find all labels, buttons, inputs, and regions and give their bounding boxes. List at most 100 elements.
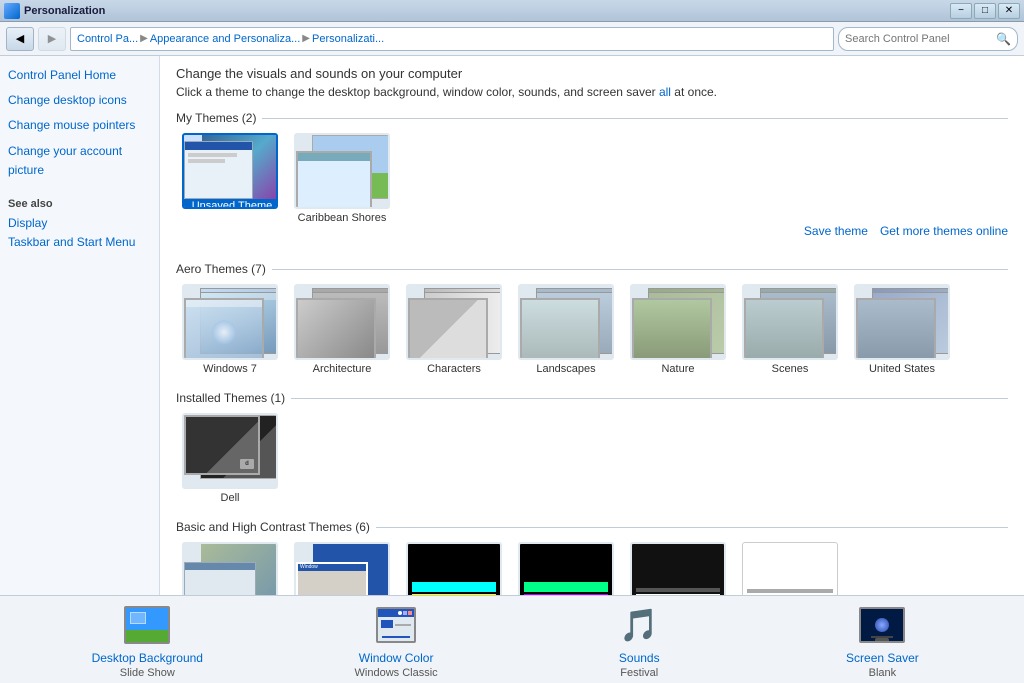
my-themes-section: My Themes (2) — [176, 111, 1008, 246]
theme-item-architecture[interactable]: Architecture — [292, 284, 392, 375]
theme-label-dell: Dell — [221, 492, 240, 504]
window-title: Personalization — [24, 5, 105, 17]
theme-label-landscapes: Landscapes — [536, 363, 595, 375]
theme-thumbnail-hcblack — [630, 542, 726, 595]
theme-item-characters[interactable]: Characters — [404, 284, 504, 375]
theme-thumbnail-caribbean — [294, 133, 390, 209]
subtitle-all-link[interactable]: all — [659, 85, 671, 99]
breadcrumb-personalization[interactable]: Personalizati... — [312, 33, 384, 45]
caribbean-front — [296, 151, 372, 209]
subtitle-suffix: at once. — [671, 85, 717, 99]
installed-themes-section: Installed Themes (1) d Dell — [176, 391, 1008, 504]
bottom-bar: Desktop Background Slide Show Window Col… — [0, 595, 1024, 683]
theme-item-classic[interactable]: Window Windows Classic — [292, 542, 392, 595]
theme-item-landscapes[interactable]: Landscapes — [516, 284, 616, 375]
sidebar-item-taskbar[interactable]: Taskbar and Start Menu — [8, 235, 135, 249]
caribbean-stack — [296, 135, 390, 209]
page-subtitle: Click a theme to change the desktop back… — [176, 85, 1008, 99]
aero-themes-line — [272, 269, 1008, 270]
window-controls: − □ ✕ — [950, 3, 1020, 19]
theme-label-caribbean: Caribbean Shores — [298, 212, 387, 224]
theme-thumbnail-classic: Window — [294, 542, 390, 595]
my-themes-title: My Themes (2) — [176, 111, 256, 125]
sounds-label[interactable]: Sounds — [619, 651, 660, 665]
theme-thumbnail-nature — [630, 284, 726, 360]
installed-themes-grid: d Dell — [176, 413, 1008, 504]
theme-item-unitedstates[interactable]: United States — [852, 284, 952, 375]
theme-item-hcblack[interactable]: High Contrast Black — [628, 542, 728, 595]
breadcrumb-controlpanel[interactable]: Control Pa... — [77, 33, 138, 45]
theme-label-scenes: Scenes — [772, 363, 809, 375]
maximize-button[interactable]: □ — [974, 3, 996, 19]
window-color-label[interactable]: Window Color — [359, 651, 434, 665]
sidebar-item-display[interactable]: Display — [8, 216, 47, 230]
theme-thumbnail-w7 — [182, 284, 278, 360]
search-bar[interactable]: 🔍 — [838, 27, 1018, 51]
theme-label-unitedstates: United States — [869, 363, 935, 375]
save-theme-link[interactable]: Save theme — [804, 224, 868, 238]
theme-item-hc2[interactable]: High Contrast #2 — [516, 542, 616, 595]
theme-item-scenes[interactable]: Scenes — [740, 284, 840, 375]
basic-themes-section: Basic and High Contrast Themes (6) Windo… — [176, 520, 1008, 595]
forward-button[interactable]: ▶ — [38, 27, 66, 51]
theme-item-w7[interactable]: Windows 7 — [180, 284, 280, 375]
theme-item-caribbean[interactable]: Caribbean Shores — [292, 133, 392, 224]
bottom-item-window-color[interactable]: Window Color Windows Classic — [346, 601, 446, 679]
see-also-title: See also — [8, 198, 151, 210]
theme-thumbnail-unsaved: Unsaved Theme — [182, 133, 278, 209]
title-bar: Personalization − □ ✕ — [0, 0, 1024, 22]
desktop-bg-label[interactable]: Desktop Background — [92, 651, 203, 665]
theme-item-nature[interactable]: Nature — [628, 284, 728, 375]
content-area: Change the visuals and sounds on your co… — [160, 56, 1024, 595]
back-button[interactable]: ◀ — [6, 27, 34, 51]
my-themes-line — [262, 118, 1008, 119]
window-color-icon — [372, 601, 420, 649]
screensaver-sublabel: Blank — [869, 667, 897, 679]
sidebar-item-account-picture[interactable]: Change your account picture — [8, 142, 151, 180]
theme-thumbnail-hcwhite — [742, 542, 838, 595]
theme-item-hcwhite[interactable]: High Contrast White — [740, 542, 840, 595]
breadcrumb: Control Pa... ▶ Appearance and Personali… — [70, 27, 834, 51]
theme-selected-label: Unsaved Theme — [184, 199, 278, 209]
theme-item-w7basic[interactable]: Windows 7 Basic — [180, 542, 280, 595]
sidebar-item-mouse-pointers[interactable]: Change mouse pointers — [8, 116, 151, 135]
theme-item-unsaved[interactable]: Unsaved Theme — [180, 133, 280, 224]
theme-label-w7: Windows 7 — [203, 363, 257, 375]
see-also-section: See also Display Taskbar and Start Menu — [8, 198, 151, 252]
aero-themes-grid: Windows 7 Architecture — [176, 284, 1008, 375]
theme-thumbnail-architecture — [294, 284, 390, 360]
theme-label-architecture: Architecture — [313, 363, 372, 375]
aero-themes-title: Aero Themes (7) — [176, 262, 266, 276]
theme-thumbnail-characters — [406, 284, 502, 360]
get-more-link[interactable]: Get more themes online — [880, 224, 1008, 238]
subtitle-prefix: Click a theme to change the desktop back… — [176, 85, 659, 99]
breadcrumb-appearance[interactable]: Appearance and Personaliza... — [150, 33, 300, 45]
theme-thumbnail-w7basic — [182, 542, 278, 595]
basic-themes-title: Basic and High Contrast Themes (6) — [176, 520, 370, 534]
close-button[interactable]: ✕ — [998, 3, 1020, 19]
theme-thumbnail-dell: d — [182, 413, 278, 489]
search-input[interactable] — [845, 33, 992, 45]
screensaver-label[interactable]: Screen Saver — [846, 651, 919, 665]
page-title: Change the visuals and sounds on your co… — [176, 66, 1008, 81]
screensaver-icon — [858, 601, 906, 649]
theme-thumbnail-hc2 — [518, 542, 614, 595]
bottom-item-sounds[interactable]: 🎵 Sounds Festival — [589, 601, 689, 679]
sidebar: Control Panel Home Change desktop icons … — [0, 56, 160, 595]
aero-themes-section: Aero Themes (7) Windows 7 — [176, 262, 1008, 375]
search-icon: 🔍 — [996, 32, 1011, 46]
address-bar: ◀ ▶ Control Pa... ▶ Appearance and Perso… — [0, 22, 1024, 56]
installed-themes-line — [291, 398, 1008, 399]
theme-thumbnail-hc1 — [406, 542, 502, 595]
sidebar-item-desktop-icons[interactable]: Change desktop icons — [8, 91, 151, 110]
sounds-sublabel: Festival — [620, 667, 658, 679]
theme-item-dell[interactable]: d Dell — [180, 413, 280, 504]
main-layout: Control Panel Home Change desktop icons … — [0, 56, 1024, 595]
bottom-item-desktop-bg[interactable]: Desktop Background Slide Show — [92, 601, 203, 679]
my-themes-grid: Unsaved Theme — [176, 133, 1008, 224]
theme-item-hc1[interactable]: High Contrast #1 — [404, 542, 504, 595]
minimize-button[interactable]: − — [950, 3, 972, 19]
sidebar-item-home[interactable]: Control Panel Home — [8, 66, 151, 85]
window-color-sublabel: Windows Classic — [355, 667, 438, 679]
bottom-item-screensaver[interactable]: Screen Saver Blank — [832, 601, 932, 679]
